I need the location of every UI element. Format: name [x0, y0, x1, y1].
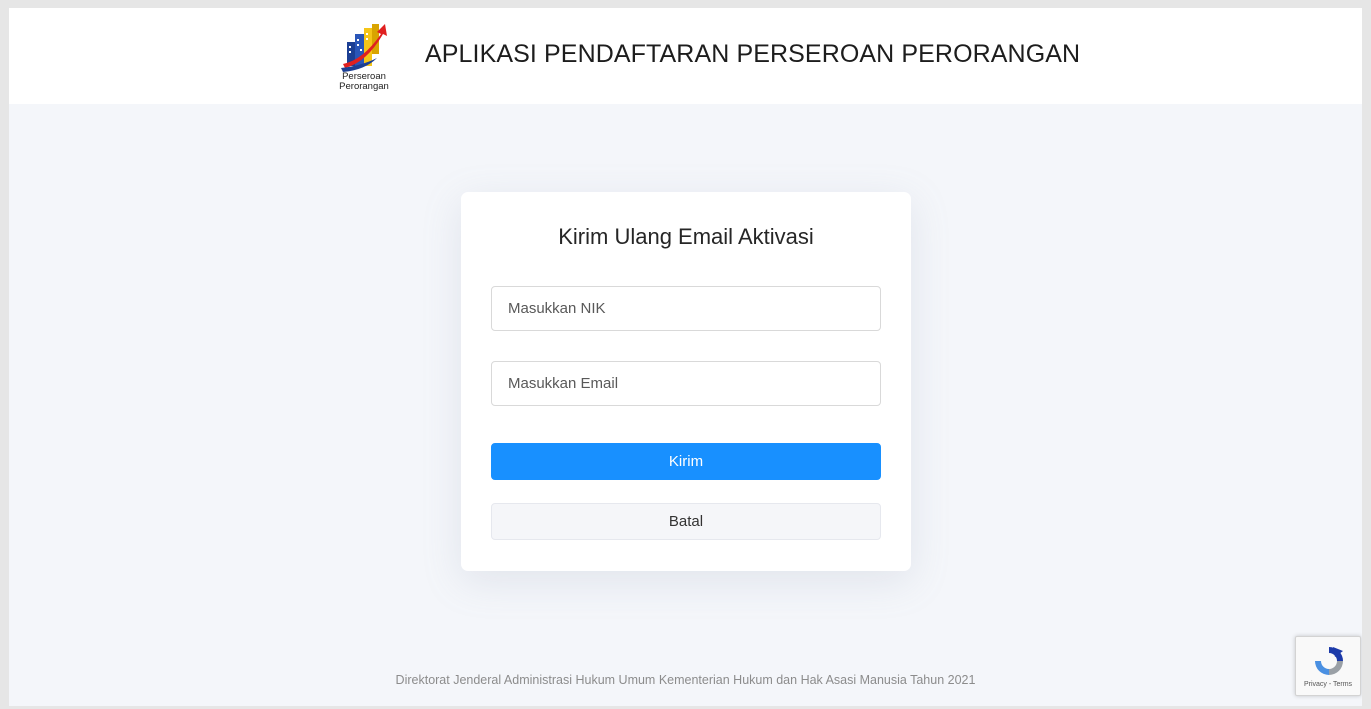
- email-input[interactable]: [491, 361, 881, 406]
- building-chart-logo-icon: [341, 24, 387, 72]
- recaptcha-badge[interactable]: Privacy - Terms: [1295, 636, 1361, 696]
- header: Perseroan Perorangan APLIKASI PENDAFTARA…: [9, 8, 1362, 104]
- page-frame: Perseroan Perorangan APLIKASI PENDAFTARA…: [9, 8, 1362, 706]
- resend-activation-card: Kirim Ulang Email Aktivasi Kirim Batal: [461, 192, 911, 571]
- cancel-button[interactable]: Batal: [491, 503, 881, 540]
- recaptcha-icon: [1315, 647, 1343, 675]
- recaptcha-links[interactable]: Privacy - Terms: [1296, 681, 1360, 688]
- app-title: APLIKASI PENDAFTARAN PERSEROAN PERORANGA…: [425, 40, 1081, 68]
- app-logo: Perseroan Perorangan: [333, 20, 395, 94]
- logo-line-2: Perorangan: [339, 81, 389, 92]
- logo-text: Perseroan Perorangan: [333, 72, 395, 92]
- form-title: Kirim Ulang Email Aktivasi: [558, 224, 814, 249]
- nik-input[interactable]: [491, 286, 881, 331]
- submit-button[interactable]: Kirim: [491, 443, 881, 480]
- footer-text: Direktorat Jenderal Administrasi Hukum U…: [395, 673, 976, 687]
